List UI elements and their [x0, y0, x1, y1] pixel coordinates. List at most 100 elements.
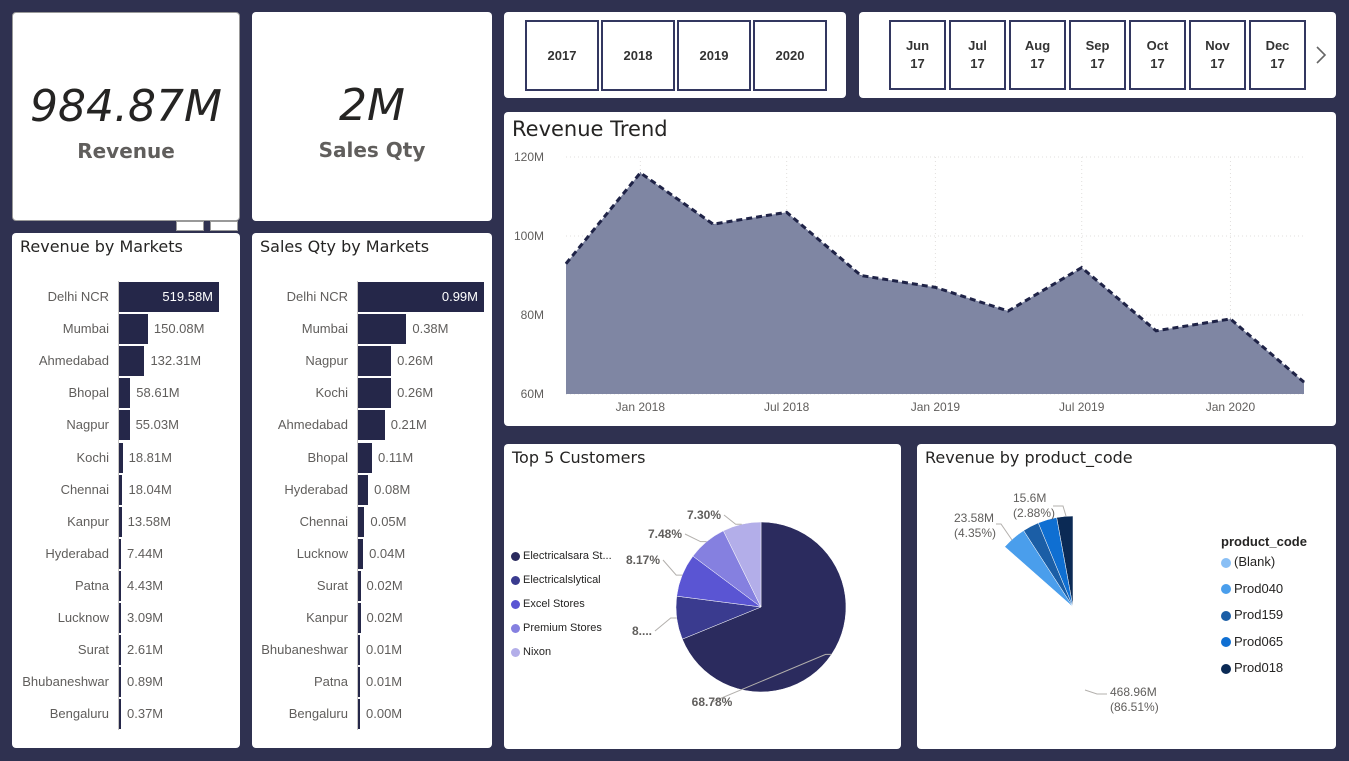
bar-row[interactable]: Kochi 18.81M	[12, 442, 240, 474]
bar-row[interactable]: Patna 4.43M	[12, 570, 240, 602]
chevron-right-icon[interactable]	[1314, 45, 1328, 65]
qty-kpi-card[interactable]: 2M Sales Qty	[252, 12, 492, 221]
revenue-by-markets-card: Revenue by Markets Delhi NCR 519.58M Mumba…	[12, 233, 240, 748]
bar[interactable]	[358, 506, 365, 537]
bar-row[interactable]: Kochi 0.26M	[252, 377, 492, 409]
bar-row[interactable]: Bengaluru 0.00M	[252, 698, 492, 730]
bar[interactable]	[358, 346, 392, 377]
trend-point[interactable]	[1081, 267, 1083, 269]
year-button-2017[interactable]: 2017	[525, 20, 599, 91]
bar-row[interactable]: Ahmedabad 0.21M	[252, 409, 492, 441]
year-button-2019[interactable]: 2019	[677, 20, 751, 91]
pie-leader-line	[684, 533, 707, 543]
bar-row[interactable]: Lucknow 3.09M	[12, 602, 240, 634]
legend-item[interactable]: Prod040	[1221, 581, 1283, 596]
month-button-sep-17[interactable]: Sep 17	[1069, 20, 1126, 90]
bar-row[interactable]: Bengaluru 0.37M	[12, 698, 240, 730]
bar[interactable]	[358, 603, 361, 633]
bar[interactable]	[119, 570, 121, 601]
bar-row[interactable]: Mumbai 0.38M	[252, 313, 492, 345]
bar-row[interactable]: Delhi NCR 519.58M	[12, 281, 240, 313]
legend-item[interactable]: (Blank)	[1221, 554, 1275, 569]
bar[interactable]	[358, 410, 385, 441]
bar[interactable]	[358, 442, 372, 473]
bar-row[interactable]: Hyderabad 0.08M	[252, 474, 492, 506]
bar-row[interactable]: Bhopal 0.11M	[252, 442, 492, 474]
y-tick-label: 100M	[514, 229, 544, 243]
pie-data-label: 8....	[632, 624, 652, 638]
bar-row[interactable]: Lucknow 0.04M	[252, 538, 492, 570]
trend-point[interactable]	[934, 286, 936, 288]
bar-row[interactable]: Hyderabad 7.44M	[12, 538, 240, 570]
trend-point[interactable]	[639, 172, 641, 174]
trend-point[interactable]	[1229, 318, 1231, 320]
bar-row[interactable]: Bhubaneshwar 0.89M	[12, 666, 240, 698]
bar-row[interactable]: Patna 0.01M	[252, 666, 492, 698]
bar-row[interactable]: Delhi NCR 0.99M	[252, 281, 492, 313]
bar[interactable]	[358, 314, 407, 345]
month-button-nov-17[interactable]: Nov 17	[1189, 20, 1246, 90]
bar-row[interactable]: Chennai 0.05M	[252, 506, 492, 538]
month-button-jul-17[interactable]: Jul 17	[949, 20, 1006, 90]
legend-item[interactable]: Prod159	[1221, 607, 1283, 622]
trend-point[interactable]	[1155, 330, 1157, 332]
legend-label: Prod159	[1234, 607, 1284, 622]
bar-row[interactable]: Ahmedabad 132.31M	[12, 345, 240, 377]
bar-row[interactable]: Surat 2.61M	[12, 634, 240, 666]
bar[interactable]	[119, 506, 122, 537]
year-button-2018[interactable]: 2018	[601, 20, 675, 91]
bar[interactable]	[358, 474, 369, 505]
bar[interactable]	[358, 538, 364, 569]
revenue-trend-chart[interactable]: 60M 80M 100M 120M Jan 2018 Jul 2018 Jan 2019 Ju…	[504, 112, 1336, 426]
bar-row[interactable]: Chennai 18.04M	[12, 474, 240, 506]
trend-point[interactable]	[1007, 310, 1009, 312]
revenue-trend-card: Revenue Trend 60M 80M 100M 120M Jan 2018 Jul …	[504, 112, 1336, 426]
month-button-aug-17[interactable]: Aug 17	[1009, 20, 1066, 90]
legend-item[interactable]: Prod018	[1221, 660, 1283, 675]
bar[interactable]	[119, 538, 121, 569]
trend-point[interactable]	[1303, 381, 1305, 383]
bar[interactable]	[119, 378, 131, 409]
bar-market-label: Chennai	[299, 513, 348, 529]
bar[interactable]	[119, 635, 121, 666]
bar[interactable]	[358, 570, 361, 601]
month-button-oct-17[interactable]: Oct 17	[1129, 20, 1186, 90]
bar-row[interactable]: Mumbai 150.08M	[12, 313, 240, 345]
kpi-resize-handle[interactable]	[176, 221, 204, 231]
pie-data-label: 23.58M (4.35%)	[954, 511, 996, 540]
bar-row[interactable]: Kanpur 13.58M	[12, 506, 240, 538]
bar[interactable]	[358, 699, 360, 730]
month-button-jun-17[interactable]: Jun 17	[889, 20, 946, 90]
bar[interactable]	[358, 667, 360, 698]
trend-point[interactable]	[860, 275, 862, 276]
month-button-dec-17[interactable]: Dec 17	[1249, 20, 1306, 90]
bar[interactable]	[119, 603, 121, 633]
bar-row[interactable]: Nagpur 55.03M	[12, 409, 240, 441]
bar-row[interactable]: Kanpur 0.02M	[252, 602, 492, 634]
bar-row[interactable]: Nagpur 0.26M	[252, 345, 492, 377]
bar[interactable]	[119, 474, 123, 505]
year-button-2020[interactable]: 2020	[753, 20, 827, 91]
bar-value-label: 0.01M	[366, 674, 403, 690]
trend-point[interactable]	[565, 263, 567, 265]
bar[interactable]	[358, 378, 392, 409]
bar[interactable]	[119, 410, 130, 441]
bar[interactable]	[119, 442, 123, 473]
bar-row[interactable]: Bhubaneshwar 0.01M	[252, 634, 492, 666]
trend-point[interactable]	[786, 211, 788, 213]
bar[interactable]	[119, 699, 121, 730]
legend-item[interactable]: Prod065	[1221, 634, 1283, 649]
top-customers-pie[interactable]: 68.78% 8.... 8.17% 7.48% 7.30%	[504, 444, 901, 749]
bar[interactable]	[119, 346, 145, 377]
bar[interactable]	[358, 635, 360, 666]
bar-value-label: 0.26M	[397, 385, 434, 401]
revenue-kpi-card[interactable]: 984.87M Revenue	[12, 12, 240, 221]
kpi-resize-handle-2[interactable]	[210, 221, 238, 231]
bar[interactable]	[119, 667, 121, 698]
x-tick-label: Jan 2018	[616, 400, 666, 414]
trend-point[interactable]	[712, 223, 714, 225]
bar-row[interactable]: Surat 0.02M	[252, 570, 492, 602]
bar-row[interactable]: Bhopal 58.61M	[12, 377, 240, 409]
bar[interactable]	[119, 314, 148, 345]
legend-dot-icon	[1221, 557, 1231, 568]
